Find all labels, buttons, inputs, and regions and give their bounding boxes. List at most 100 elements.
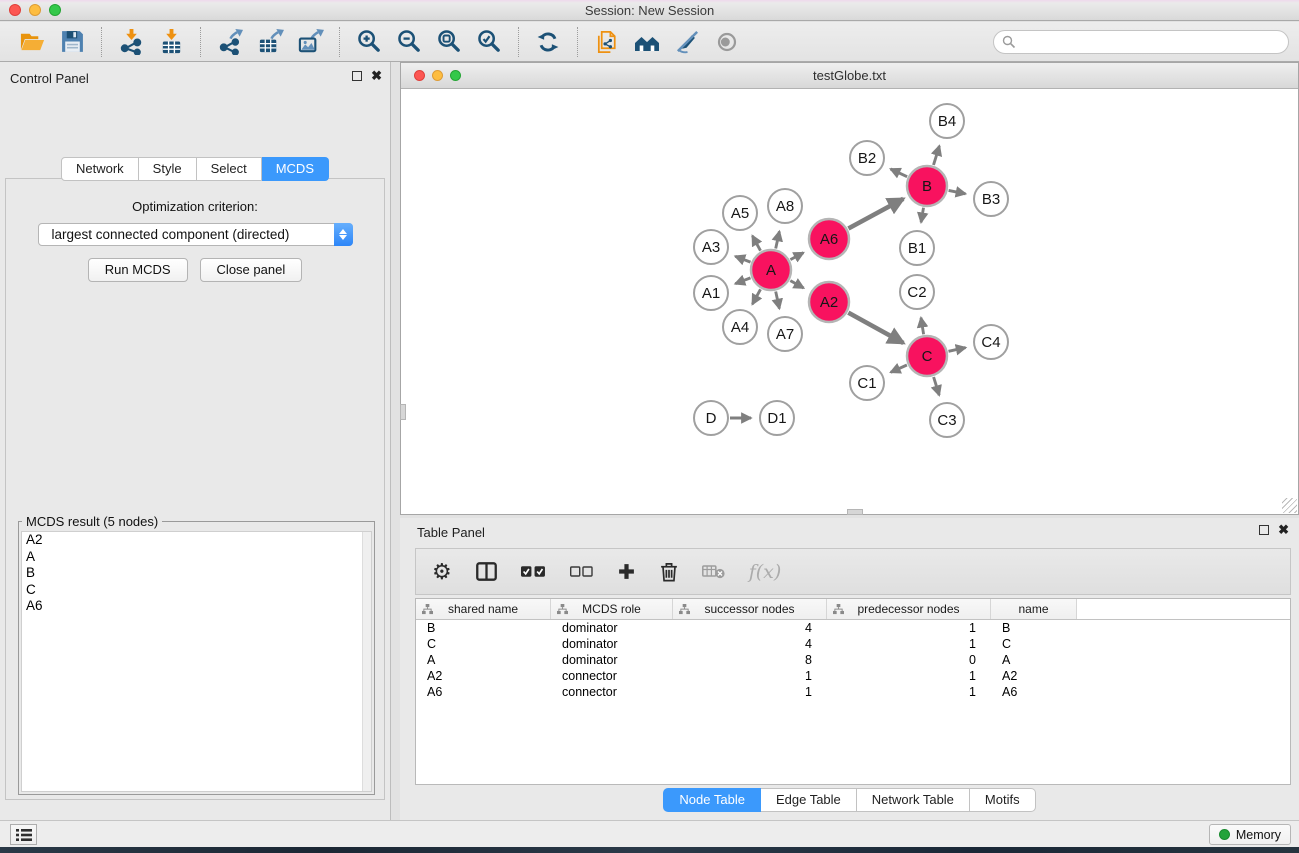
- edge-C-C2[interactable]: [921, 318, 924, 335]
- result-item[interactable]: C: [22, 582, 371, 599]
- cell-mcds-role: dominator: [551, 653, 673, 667]
- float-panel-icon[interactable]: [352, 71, 362, 81]
- node-label-A7: A7: [776, 326, 794, 343]
- show-graphics-details-icon[interactable]: [707, 25, 747, 59]
- search-field[interactable]: [993, 30, 1289, 54]
- hide-annotations-icon[interactable]: [667, 25, 707, 59]
- node-label-A4: A4: [731, 319, 749, 336]
- table-row[interactable]: A2connector11A2: [416, 668, 1290, 684]
- export-image-icon[interactable]: [290, 25, 330, 59]
- edge-C-C1[interactable]: [891, 365, 907, 372]
- splitter-handle[interactable]: [847, 509, 863, 515]
- open-session-icon[interactable]: [12, 25, 52, 59]
- edge-A-A7[interactable]: [776, 292, 780, 309]
- edge-B-B2[interactable]: [891, 169, 908, 177]
- memory-label: Memory: [1236, 828, 1281, 842]
- edge-A6-B[interactable]: [848, 199, 903, 229]
- result-item[interactable]: A6: [22, 598, 371, 615]
- edge-A-A4[interactable]: [752, 289, 760, 304]
- delete-column-icon[interactable]: [660, 562, 678, 582]
- desktop-wallpaper-strip: [0, 847, 1299, 853]
- control-panel-tabs: NetworkStyleSelectMCDS: [0, 157, 390, 181]
- edge-B-B1[interactable]: [921, 208, 923, 223]
- tab-network-table[interactable]: Network Table: [857, 788, 970, 812]
- import-table-from-file-icon[interactable]: [151, 25, 191, 59]
- float-table-panel-icon[interactable]: [1259, 525, 1269, 535]
- resize-grip-icon[interactable]: [1282, 498, 1297, 513]
- scrollbar-track[interactable]: [362, 532, 371, 791]
- column-header-mcds-role[interactable]: MCDS role: [551, 599, 673, 619]
- edge-B-B3[interactable]: [949, 190, 966, 193]
- tab-edge-table[interactable]: Edge Table: [761, 788, 857, 812]
- zoom-selected-region-icon[interactable]: [469, 25, 509, 59]
- column-header-successor-nodes[interactable]: successor nodes: [673, 599, 827, 619]
- task-history-button[interactable]: [10, 824, 37, 845]
- toolbar-separator: [339, 27, 340, 57]
- mcds-panel: Optimization criterion: largest connecte…: [5, 178, 385, 800]
- network-window-titlebar[interactable]: testGlobe.txt: [401, 63, 1298, 89]
- show-column-icon[interactable]: [476, 562, 497, 581]
- node-table[interactable]: shared nameMCDS rolesuccessor nodesprede…: [415, 598, 1291, 785]
- result-item[interactable]: A: [22, 549, 371, 566]
- edge-A2-C[interactable]: [848, 313, 903, 343]
- cell-mcds-role: connector: [551, 685, 673, 699]
- deselect-all-checkboxes-icon[interactable]: [570, 566, 593, 577]
- zoom-in-icon[interactable]: [349, 25, 389, 59]
- mcds-result-list[interactable]: A2ABCA6: [21, 531, 372, 792]
- export-table-icon[interactable]: [250, 25, 290, 59]
- edge-A-A3[interactable]: [735, 256, 750, 262]
- run-mcds-button[interactable]: Run MCDS: [88, 258, 188, 282]
- criterion-dropdown[interactable]: largest connected component (directed): [38, 223, 353, 246]
- function-builder-icon[interactable]: f(x): [749, 561, 782, 583]
- table-row[interactable]: A6connector11A6: [416, 684, 1290, 700]
- cell-successor-nodes: 4: [673, 637, 827, 651]
- table-row[interactable]: Adominator80A: [416, 652, 1290, 668]
- save-session-icon[interactable]: [52, 25, 92, 59]
- edge-A-A5[interactable]: [752, 236, 760, 251]
- column-header-shared-name[interactable]: shared name: [416, 599, 551, 619]
- settings-gear-icon[interactable]: ⚙: [432, 561, 452, 583]
- tab-motifs[interactable]: Motifs: [970, 788, 1036, 812]
- tab-select[interactable]: Select: [197, 157, 262, 181]
- select-all-checkboxes-icon[interactable]: [521, 565, 546, 578]
- table-row[interactable]: Cdominator41C: [416, 636, 1290, 652]
- cell-shared-name: A2: [416, 669, 551, 683]
- first-neighbors-icon[interactable]: [627, 25, 667, 59]
- edge-A-A2[interactable]: [790, 281, 803, 288]
- zoom-fit-content-icon[interactable]: [429, 25, 469, 59]
- cell-shared-name: B: [416, 621, 551, 635]
- result-item[interactable]: B: [22, 565, 371, 582]
- network-canvas[interactable]: B4B2BB3A8A5A6A3B1AA1C2A2A4A7C4CC1DD1C3: [401, 89, 1298, 514]
- close-panel-button[interactable]: Close panel: [200, 258, 303, 282]
- clone-network-icon[interactable]: [587, 25, 627, 59]
- refresh-network-view-icon[interactable]: [528, 25, 568, 59]
- memory-button[interactable]: Memory: [1209, 824, 1291, 845]
- edge-C-C3[interactable]: [934, 377, 940, 395]
- toolbar-separator: [577, 27, 578, 57]
- edge-A-A6[interactable]: [790, 253, 803, 260]
- export-network-icon[interactable]: [210, 25, 250, 59]
- close-panel-icon[interactable]: ✖: [371, 71, 382, 81]
- tab-mcds[interactable]: MCDS: [262, 157, 329, 181]
- close-table-panel-icon[interactable]: ✖: [1278, 525, 1289, 535]
- edge-B-B4[interactable]: [934, 146, 940, 165]
- column-header-name[interactable]: name: [991, 599, 1077, 619]
- tab-style[interactable]: Style: [139, 157, 197, 181]
- delete-table-icon[interactable]: [702, 564, 725, 579]
- edge-A-A8[interactable]: [776, 231, 780, 248]
- memory-status-icon: [1219, 829, 1230, 840]
- table-row[interactable]: Bdominator41B: [416, 620, 1290, 636]
- zoom-out-icon[interactable]: [389, 25, 429, 59]
- search-input[interactable]: [1021, 33, 1288, 51]
- edge-C-C4[interactable]: [949, 348, 966, 352]
- result-item[interactable]: A2: [22, 532, 371, 549]
- column-header-predecessor-nodes[interactable]: predecessor nodes: [827, 599, 991, 619]
- import-network-from-file-icon[interactable]: [111, 25, 151, 59]
- network-window-title: testGlobe.txt: [401, 68, 1298, 83]
- splitter-handle[interactable]: [400, 404, 406, 420]
- add-column-icon[interactable]: [617, 562, 636, 581]
- tab-node-table[interactable]: Node Table: [663, 788, 761, 812]
- edge-A-A1[interactable]: [735, 278, 750, 284]
- network-graph[interactable]: B4B2BB3A8A5A6A3B1AA1C2A2A4A7C4CC1DD1C3: [401, 89, 1298, 514]
- tab-network[interactable]: Network: [61, 157, 139, 181]
